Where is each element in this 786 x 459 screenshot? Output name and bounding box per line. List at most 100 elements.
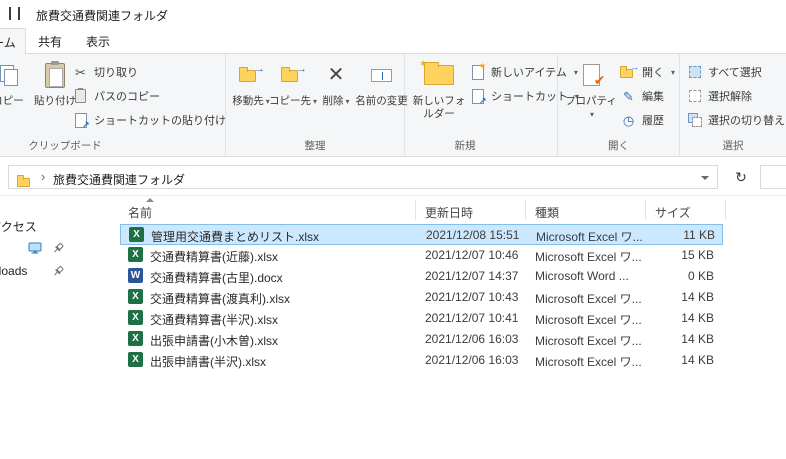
column-header-size[interactable]: サイズ (655, 204, 691, 221)
properties-button[interactable]: プロパティ (565, 58, 617, 136)
select-none-button[interactable]: 選択解除 (686, 85, 752, 107)
ribbon-group-new: 新しいフォルダー 新しいアイテム ショートカット 新規 (405, 54, 568, 156)
sidebar-item-downloads[interactable]: Downloads (0, 262, 116, 282)
history-icon (620, 114, 637, 127)
address-bar[interactable]: 旅費交通費関連フォルダ (8, 165, 718, 189)
invert-selection-button[interactable]: 選択の切り替え (686, 109, 785, 131)
quick-access-toolbar-icon (18, 7, 20, 20)
column-header-date[interactable]: 更新日時 (425, 204, 473, 221)
column-divider[interactable] (725, 200, 726, 220)
ribbon-group-clipboard: コピー 貼り付け 切り取り パスのコピー ショートカットの貼り付け クリップボー… (0, 54, 226, 156)
edit-button[interactable]: 編集 (620, 85, 664, 107)
desktop-icon (28, 241, 42, 260)
explorer-window: 旅費交通費関連フォルダ ホーム 共有 表示 コピー 貼り付け 切り取り パスのコ (0, 0, 786, 459)
column-divider[interactable] (645, 200, 646, 220)
file-type: Microsoft Excel ワ... (535, 334, 642, 348)
file-type: Microsoft Excel ワ... (535, 250, 642, 264)
file-name: 管理用交通費まとめリスト.xlsx (151, 230, 320, 244)
pin-icon (52, 265, 64, 283)
label: 新しいフォルダー (412, 95, 466, 121)
tab-share[interactable]: 共有 (26, 28, 74, 53)
group-label-organize: 整理 (304, 140, 326, 152)
rename-icon (371, 58, 392, 92)
label: ショートカット (491, 91, 568, 103)
label: パスのコピー (94, 91, 160, 103)
paste-shortcut-button[interactable]: ショートカットの貼り付け (72, 109, 226, 131)
file-row[interactable]: 出張申請書(半沢).xlsx 2021/12/06 16:03 Microsof… (120, 350, 723, 371)
file-row[interactable]: 交通費精算書(渡真利).xlsx 2021/12/07 10:43 Micros… (120, 287, 723, 308)
copy-to-icon: → (281, 58, 307, 92)
group-label-select: 選択 (722, 140, 744, 152)
group-label-open: 開く (608, 140, 629, 152)
file-row[interactable]: 交通費精算書(近藤).xlsx 2021/12/07 10:46 Microso… (120, 245, 723, 266)
label: コピー (0, 95, 24, 107)
file-name: 出張申請書(小木曽).xlsx (150, 334, 278, 348)
dropdown-caret (343, 95, 349, 107)
file-row[interactable]: 出張申請書(小木曽).xlsx 2021/12/06 16:03 Microso… (120, 329, 723, 350)
move-to-button[interactable]: → 移動先 (230, 58, 272, 136)
address-bar-row: 旅費交通費関連フォルダ (0, 157, 786, 196)
label: 名前の変更 (355, 95, 408, 107)
sidebar-item-pinned[interactable] (0, 239, 116, 259)
column-header-type[interactable]: 種類 (535, 204, 559, 221)
folder-icon (17, 174, 30, 192)
open-button[interactable]: → 開く (620, 61, 675, 83)
label: 切り取り (94, 67, 138, 79)
sidebar-quick-access[interactable]: クイック アクセス (0, 218, 37, 235)
file-row[interactable]: 交通費精算書(古里).docx 2021/12/07 14:37 Microso… (120, 266, 723, 287)
column-divider[interactable] (415, 200, 416, 220)
file-row-selected[interactable]: 管理用交通費まとめリスト.xlsx 2021/12/08 15:51 Micro… (120, 224, 723, 245)
file-type: Microsoft Word ... (535, 269, 629, 283)
dropdown-caret (669, 66, 675, 78)
file-date: 2021/12/07 10:41 (425, 311, 519, 325)
address-dropdown-icon[interactable] (701, 176, 709, 180)
ribbon-group-organize: → 移動先 → コピー先 ✕ 削除 名前の変更 整理 (226, 54, 408, 156)
file-size: 15 KB (681, 248, 714, 262)
select-none-icon (686, 90, 703, 102)
file-name: 出張申請書(半沢).xlsx (150, 355, 266, 369)
tab-home[interactable]: ホーム (0, 28, 26, 54)
copy-icon (0, 58, 18, 92)
file-size: 14 KB (681, 290, 714, 304)
label: Downloads (0, 264, 28, 278)
dropdown-caret (588, 108, 594, 120)
rename-button[interactable]: 名前の変更 (355, 58, 408, 136)
delete-icon: ✕ (327, 64, 345, 86)
column-divider[interactable] (525, 200, 526, 220)
delete-button[interactable]: ✕ 削除 (314, 58, 358, 136)
file-name: 交通費精算書(半沢).xlsx (150, 313, 278, 327)
tab-view[interactable]: 表示 (74, 28, 122, 53)
cut-button[interactable]: 切り取り (72, 61, 138, 83)
label: 新しいアイテム (491, 67, 567, 79)
select-all-button[interactable]: すべて選択 (686, 61, 762, 83)
label: 削除 (322, 95, 349, 108)
excel-file-icon (128, 331, 143, 346)
column-header-name[interactable]: 名前 (128, 204, 152, 221)
file-type: Microsoft Excel ワ... (535, 292, 642, 306)
properties-icon (582, 58, 600, 92)
search-input[interactable] (760, 165, 786, 189)
file-row[interactable]: 交通費精算書(半沢).xlsx 2021/12/07 10:41 Microso… (120, 308, 723, 329)
move-to-icon: → (239, 58, 265, 92)
invert-selection-icon (686, 113, 703, 127)
label: 履歴 (642, 115, 664, 127)
label: 貼り付け (34, 95, 76, 107)
new-folder-button[interactable]: 新しいフォルダー (411, 58, 467, 136)
history-button[interactable]: 履歴 (620, 109, 664, 131)
refresh-button[interactable] (728, 165, 754, 189)
navigation-pane: クイック アクセス Downloads (0, 196, 116, 459)
file-date: 2021/12/06 16:03 (425, 353, 519, 367)
excel-file-icon (129, 227, 144, 242)
copy-button[interactable]: コピー (0, 58, 30, 136)
quick-access-toolbar[interactable] (9, 7, 20, 20)
select-all-icon (686, 66, 703, 78)
copy-path-button[interactable]: パスのコピー (72, 85, 160, 107)
new-item-icon (469, 64, 486, 80)
file-name: 交通費精算書(渡真利).xlsx (150, 292, 290, 306)
label: 編集 (642, 91, 664, 103)
copy-to-button[interactable]: → コピー先 (269, 58, 317, 136)
breadcrumb[interactable]: 旅費交通費関連フォルダ (53, 171, 185, 188)
group-label-clipboard: クリップボード (28, 140, 102, 152)
file-type: Microsoft Excel ワ... (535, 355, 642, 369)
window-title: 旅費交通費関連フォルダ (36, 9, 169, 23)
